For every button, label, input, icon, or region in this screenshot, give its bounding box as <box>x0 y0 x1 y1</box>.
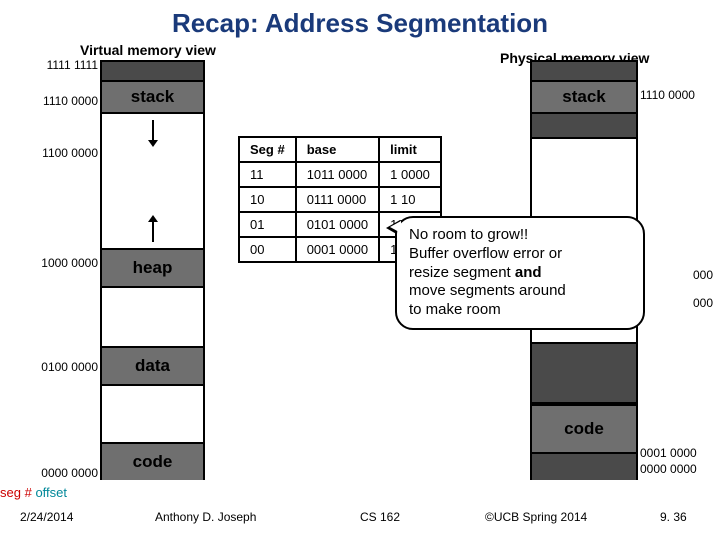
pm-segment-stack: stack <box>532 80 636 114</box>
vm-segment-stack: stack <box>102 80 203 114</box>
seg-offset-label: seg # offset <box>0 485 67 500</box>
paddr-2: 000 <box>693 296 720 310</box>
callout-tail-inner <box>390 221 401 233</box>
vm-top-fill <box>102 62 203 82</box>
callout-line: to make room <box>409 301 633 320</box>
callout-line: No room to grow!! <box>409 226 633 245</box>
pm-fill-2 <box>532 114 636 139</box>
vaddr-2: 1100 0000 <box>28 146 98 160</box>
th-base: base <box>296 137 379 162</box>
vaddr-5: 0000 0000 <box>28 466 98 480</box>
slide-title: Recap: Address Segmentation <box>0 8 720 39</box>
seg-label: seg # <box>0 485 32 500</box>
virtual-memory-label: Virtual memory view <box>80 42 216 58</box>
stack-grow-arrow <box>152 120 154 140</box>
callout-line: resize segment and <box>409 264 633 283</box>
table-header-row: Seg # base limit <box>239 137 441 162</box>
footer-date: 2/24/2014 <box>20 510 73 524</box>
vm-segment-heap: heap <box>102 248 203 288</box>
vm-segment-data: data <box>102 346 203 386</box>
paddr-0: 1110 0000 <box>640 88 720 102</box>
footer-course: CS 162 <box>360 510 400 524</box>
cell-limit: 1 10 <box>379 187 441 212</box>
callout-line: move segments around <box>409 282 633 301</box>
pm-segment-code: code <box>532 404 636 454</box>
callout-bubble: No room to grow!! Buffer overflow error … <box>395 216 645 330</box>
cell-base: 0101 0000 <box>296 212 379 237</box>
cell-base: 0001 0000 <box>296 237 379 262</box>
heap-grow-arrow <box>152 222 154 242</box>
cell-limit: 1 0000 <box>379 162 441 187</box>
cell-seg: 11 <box>239 162 296 187</box>
vaddr-3: 1000 0000 <box>28 256 98 270</box>
th-limit: limit <box>379 137 441 162</box>
paddr-3: 0001 0000 <box>640 446 720 460</box>
pm-bottom-fill <box>532 454 636 480</box>
cell-base: 1011 0000 <box>296 162 379 187</box>
vm-segment-code: code <box>102 442 203 480</box>
cell-seg: 00 <box>239 237 296 262</box>
cell-base: 0111 0000 <box>296 187 379 212</box>
cell-seg: 01 <box>239 212 296 237</box>
footer-author: Anthony D. Joseph <box>155 510 256 524</box>
callout-line: Buffer overflow error or <box>409 245 633 264</box>
pm-top-fill <box>532 62 636 82</box>
footer-copyright: ©UCB Spring 2014 <box>485 510 587 524</box>
th-seg: Seg # <box>239 137 296 162</box>
vaddr-0: 1111 1111 <box>28 58 98 72</box>
cell-seg: 10 <box>239 187 296 212</box>
vaddr-1: 1110 0000 <box>28 94 98 108</box>
vaddr-4: 0100 0000 <box>28 360 98 374</box>
paddr-4: 0000 0000 <box>640 462 720 476</box>
table-row: 11 1011 0000 1 0000 <box>239 162 441 187</box>
footer-page: 9. 36 <box>660 510 687 524</box>
pm-fill-3 <box>532 342 636 404</box>
offset-label: offset <box>35 485 67 500</box>
paddr-1: 000 <box>693 268 720 282</box>
virtual-memory-column: stack heap data code <box>100 60 205 480</box>
table-row: 10 0111 0000 1 10 <box>239 187 441 212</box>
